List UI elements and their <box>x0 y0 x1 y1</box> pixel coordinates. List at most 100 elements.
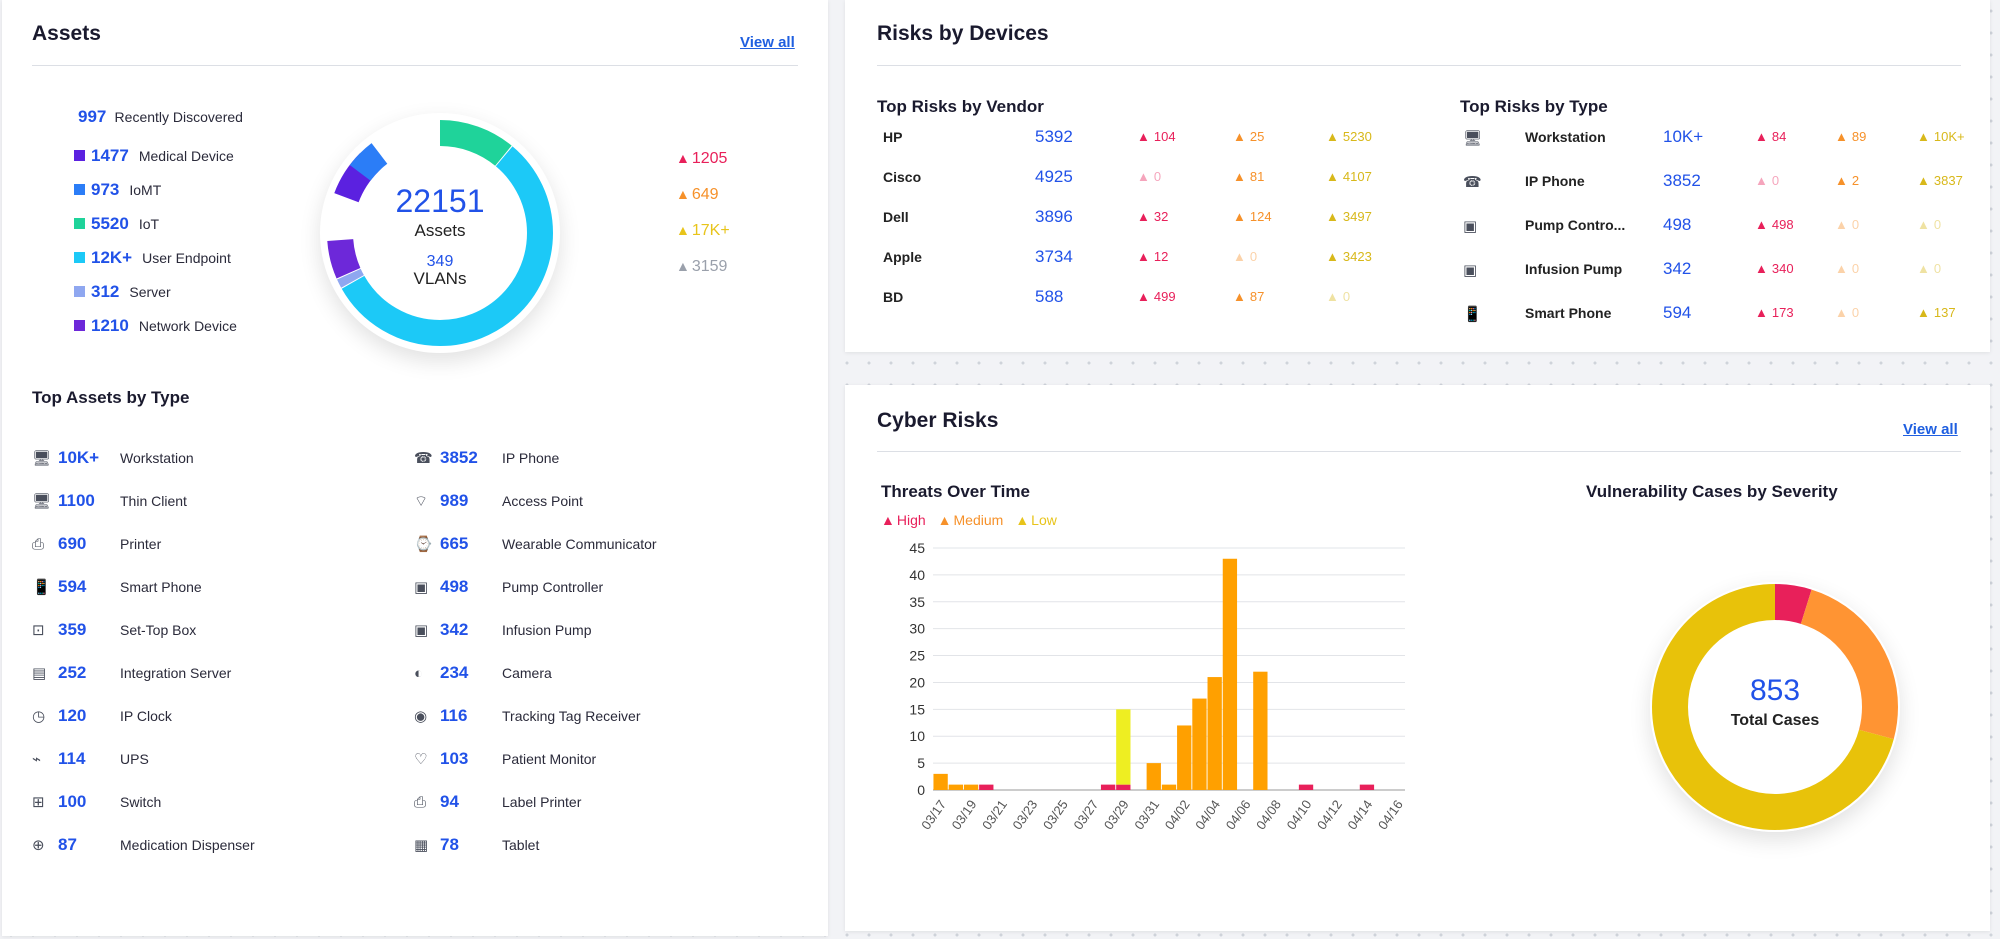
vendor-total[interactable]: 4925 <box>1035 167 1073 187</box>
type-low-count[interactable]: ▲ 137 <box>1917 305 1956 320</box>
threat-bar[interactable] <box>948 784 963 790</box>
vendor-total[interactable]: 5392 <box>1035 127 1073 147</box>
threat-bar[interactable] <box>1100 784 1116 790</box>
top-asset-item[interactable]: ◐ 234 Camera <box>414 663 552 685</box>
top-asset-item[interactable]: ▣ 342 Infusion Pump <box>414 620 592 642</box>
type-name[interactable]: IP Phone <box>1525 173 1585 189</box>
threat-bar[interactable] <box>1161 784 1177 790</box>
threat-bar[interactable] <box>1359 784 1375 790</box>
vendor-high-count[interactable]: ▲ 0 <box>1137 169 1161 184</box>
asset-category-item[interactable]: 312 Server <box>74 282 171 302</box>
type-high-count[interactable]: ▲ 173 <box>1755 305 1794 320</box>
threat-bar[interactable] <box>933 773 948 790</box>
risk-count-item[interactable]: ▲ 1205 <box>676 150 727 168</box>
vendor-total[interactable]: 588 <box>1035 287 1063 307</box>
type-total[interactable]: 498 <box>1663 215 1691 235</box>
type-low-count[interactable]: ▲ 0 <box>1917 217 1941 232</box>
vendor-total[interactable]: 3734 <box>1035 247 1073 267</box>
top-asset-item[interactable]: ▣ 498 Pump Controller <box>414 577 603 599</box>
vendor-total[interactable]: 3896 <box>1035 207 1073 227</box>
vendor-low-count[interactable]: ▲ 3497 <box>1326 209 1372 224</box>
threat-bar[interactable] <box>1192 698 1207 790</box>
vendor-medium-count[interactable]: ▲ 81 <box>1233 169 1264 184</box>
type-high-count[interactable]: ▲ 340 <box>1755 261 1794 276</box>
top-asset-item[interactable]: ⌚ 665 Wearable Communicator <box>414 534 657 556</box>
vendor-medium-count[interactable]: ▲ 87 <box>1233 289 1264 304</box>
top-asset-item[interactable]: ⌔ 989 Access Point <box>414 491 583 513</box>
asset-category-item[interactable]: 1477 Medical Device <box>74 146 234 166</box>
vendor-low-count[interactable]: ▲ 4107 <box>1326 169 1372 184</box>
type-total[interactable]: 3852 <box>1663 171 1701 191</box>
threat-bar[interactable] <box>1146 763 1161 790</box>
top-asset-item[interactable]: 🖥 1100 Thin Client <box>32 491 187 513</box>
asset-category-item[interactable]: 5520 IoT <box>74 214 159 234</box>
threat-bar[interactable] <box>1116 784 1131 790</box>
risk-count-item[interactable]: ▲ 649 <box>676 186 719 204</box>
type-name[interactable]: Workstation <box>1525 129 1606 145</box>
top-asset-item[interactable]: 🖥 10K+ Workstation <box>32 448 194 470</box>
threat-bar[interactable] <box>1253 671 1268 790</box>
type-total[interactable]: 594 <box>1663 303 1691 323</box>
type-high-count[interactable]: ▲ 0 <box>1755 173 1779 188</box>
top-asset-item[interactable]: ☎ 3852 IP Phone <box>414 448 559 470</box>
threat-bar[interactable] <box>1298 784 1314 790</box>
vendor-high-count[interactable]: ▲ 32 <box>1137 209 1168 224</box>
top-asset-item[interactable]: ◉ 116 Tracking Tag Receiver <box>414 706 641 728</box>
type-high-count[interactable]: ▲ 498 <box>1755 217 1794 232</box>
top-asset-item[interactable]: ▦ 78 Tablet <box>414 835 539 857</box>
vendor-high-count[interactable]: ▲ 12 <box>1137 249 1168 264</box>
top-asset-item[interactable]: ⊡ 359 Set-Top Box <box>32 620 196 642</box>
assets-view-all-link[interactable]: View all <box>740 34 795 51</box>
vendor-name[interactable]: Dell <box>883 209 909 225</box>
risk-count-item[interactable]: ▲ 3159 <box>676 258 727 276</box>
vendor-name[interactable]: HP <box>883 129 902 145</box>
vendor-low-count[interactable]: ▲ 5230 <box>1326 129 1372 144</box>
vendor-low-count[interactable]: ▲ 0 <box>1326 289 1350 304</box>
top-asset-item[interactable]: ♡ 103 Patient Monitor <box>414 749 596 771</box>
type-medium-count[interactable]: ▲ 0 <box>1835 305 1859 320</box>
vendor-medium-count[interactable]: ▲ 0 <box>1233 249 1257 264</box>
vendor-medium-count[interactable]: ▲ 124 <box>1233 209 1272 224</box>
type-medium-count[interactable]: ▲ 2 <box>1835 173 1859 188</box>
top-asset-item[interactable]: ◷ 120 IP Clock <box>32 706 172 728</box>
type-name[interactable]: Pump Contro... <box>1525 217 1625 233</box>
threat-bar[interactable] <box>1207 677 1222 790</box>
vendor-high-count[interactable]: ▲ 499 <box>1137 289 1176 304</box>
asset-category-item[interactable]: 12K+ User Endpoint <box>74 248 231 268</box>
top-asset-item[interactable]: ⊞ 100 Switch <box>32 792 161 814</box>
type-medium-count[interactable]: ▲ 0 <box>1835 261 1859 276</box>
type-total[interactable]: 10K+ <box>1663 127 1703 147</box>
type-high-count[interactable]: ▲ 84 <box>1755 129 1786 144</box>
threat-bar[interactable] <box>963 784 979 790</box>
vendor-name[interactable]: BD <box>883 289 903 305</box>
vendor-high-count[interactable]: ▲ 104 <box>1137 129 1176 144</box>
type-total[interactable]: 342 <box>1663 259 1691 279</box>
top-asset-item[interactable]: 📱 594 Smart Phone <box>32 577 202 599</box>
type-low-count[interactable]: ▲ 10K+ <box>1917 129 1965 144</box>
recently-discovered[interactable]: 997 Recently Discovered <box>78 107 243 127</box>
top-asset-item[interactable]: ⊕ 87 Medication Dispenser <box>32 835 255 857</box>
top-asset-item[interactable]: ⎙ 94 Label Printer <box>414 792 581 814</box>
vendor-medium-count[interactable]: ▲ 25 <box>1233 129 1264 144</box>
type-low-count[interactable]: ▲ 3837 <box>1917 173 1963 188</box>
threat-bar[interactable] <box>1222 558 1238 790</box>
type-medium-count[interactable]: ▲ 0 <box>1835 217 1859 232</box>
top-asset-item[interactable]: ⌁ 114 UPS <box>32 749 149 771</box>
asset-category-item[interactable]: 973 IoMT <box>74 180 161 200</box>
threat-bar[interactable] <box>1116 709 1131 785</box>
risk-count-item[interactable]: ▲ 17K+ <box>676 222 730 240</box>
top-asset-item[interactable]: ⎙ 690 Printer <box>32 534 161 556</box>
threat-bar[interactable] <box>1177 725 1192 790</box>
vendor-low-count[interactable]: ▲ 3423 <box>1326 249 1372 264</box>
type-name[interactable]: Smart Phone <box>1525 305 1611 321</box>
vendor-name[interactable]: Cisco <box>883 169 921 185</box>
cyber-risks-view-all-link[interactable]: View all <box>1903 421 1958 438</box>
asset-category-item[interactable]: 1210 Network Device <box>74 316 237 336</box>
legend-item[interactable]: ▲ High <box>881 512 926 528</box>
top-asset-item[interactable]: ▤ 252 Integration Server <box>32 663 231 685</box>
type-low-count[interactable]: ▲ 0 <box>1917 261 1941 276</box>
type-name[interactable]: Infusion Pump <box>1525 261 1622 277</box>
legend-item[interactable]: ▲ Medium <box>938 512 1004 528</box>
legend-item[interactable]: ▲ Low <box>1015 512 1057 528</box>
threat-bar[interactable] <box>979 784 994 790</box>
